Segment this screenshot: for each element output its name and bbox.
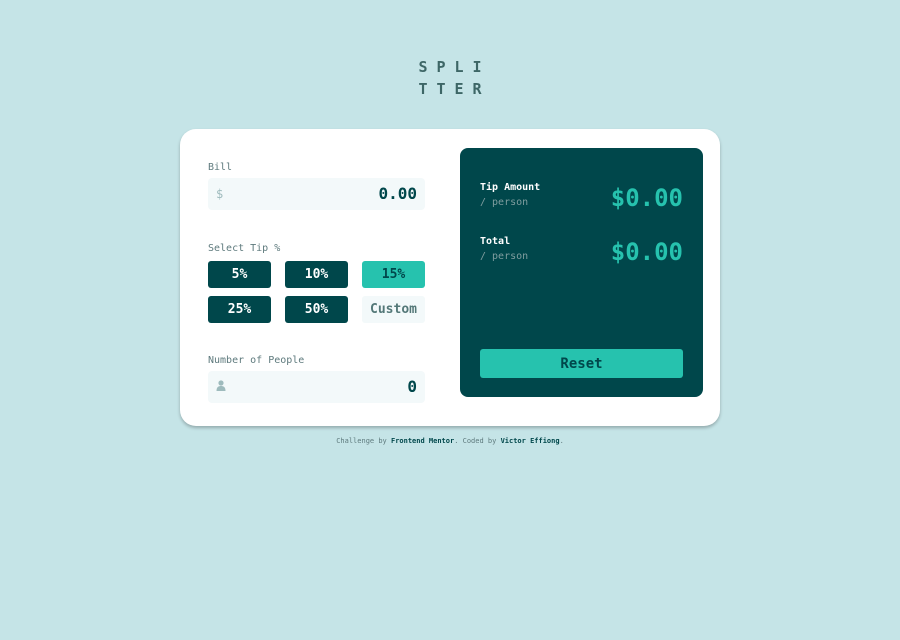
reset-button[interactable]: Reset [480,349,683,378]
total-title: Total [480,236,511,247]
bill-input[interactable]: $ 0.00 [208,178,425,210]
tip-amount-sub: / person [480,197,529,208]
tip-button-25[interactable]: 25% [208,296,271,323]
logo-line-2: TTER [418,80,491,98]
person-icon [216,380,226,394]
people-value: 0 [407,377,417,396]
author-link[interactable]: Victor Effiong [501,437,560,445]
tip-label: Select Tip % [208,243,281,254]
calculator-card: Bill $ 0.00 Select Tip % 5% 10% 15% 25% … [180,129,720,426]
tip-amount-value: $0.00 [610,184,683,212]
tip-button-15[interactable]: 15% [362,261,425,288]
tip-button-50[interactable]: 50% [285,296,348,323]
results-panel: Tip Amount / person $0.00 Total / person… [460,148,703,397]
people-input[interactable]: 0 [208,371,425,403]
custom-tip-input[interactable]: Custom [362,296,425,323]
tip-amount-title: Tip Amount [480,182,541,193]
app-logo: SPLI TTER [0,56,900,100]
frontend-mentor-link[interactable]: Frontend Mentor [391,437,454,445]
footer-attribution: Challenge by Frontend Mentor. Coded by V… [0,437,900,445]
footer-suffix: . [559,437,564,445]
bill-label: Bill [208,162,233,173]
dollar-icon: $ [216,187,224,201]
total-value: $0.00 [610,238,683,266]
tip-button-10[interactable]: 10% [285,261,348,288]
tip-button-5[interactable]: 5% [208,261,271,288]
people-label: Number of People [208,355,305,366]
total-sub: / person [480,251,529,262]
bill-value: 0.00 [378,184,417,203]
logo-line-1: SPLI [418,58,491,76]
footer-middle: . Coded by [454,437,497,445]
footer-prefix: Challenge by [336,437,387,445]
